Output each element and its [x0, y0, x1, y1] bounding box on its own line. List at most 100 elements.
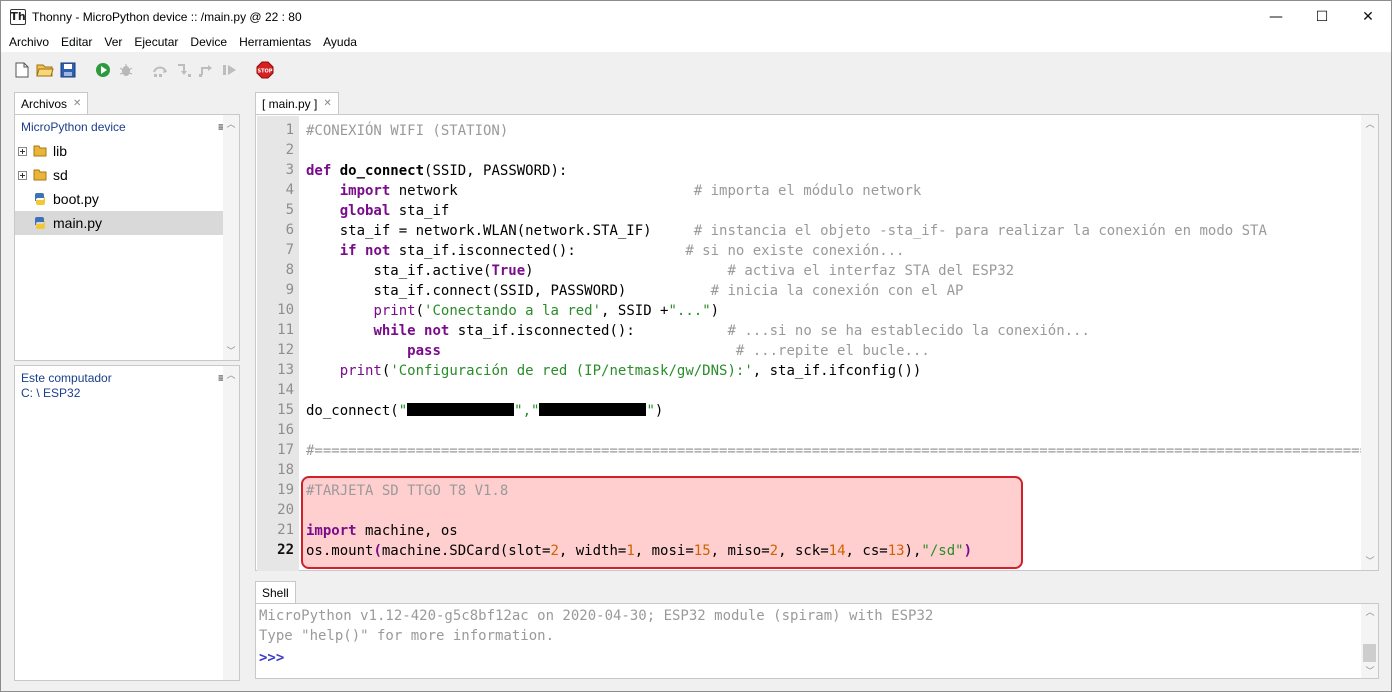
code-line-8: sta_if.active(True) # activa el interfaz… [373, 263, 1015, 279]
line-number-gutter: 1 2 3 4 5 6 7 8 9 10 11 12 13 14 15 16 1… [257, 116, 299, 571]
device-files-pane: MicroPython device ≡ lib sd boot.py main… [14, 114, 240, 361]
redacted-password [539, 403, 647, 416]
scroll-down-icon[interactable]: ﹀ [1365, 666, 1375, 676]
line-number: 8 [285, 262, 294, 278]
expand-icon[interactable] [18, 146, 27, 156]
line-number: 1 [285, 122, 294, 138]
scroll-down-icon[interactable]: ﹀ [1365, 556, 1375, 566]
code-line-6: sta_if = network.WLAN(network.STA_IF) # … [339, 223, 1267, 239]
save-icon[interactable] [59, 61, 77, 79]
tree-item-lib[interactable]: lib [15, 139, 225, 163]
menu-ayuda[interactable]: Ayuda [317, 35, 363, 49]
tab-main-py[interactable]: [ main.py ] ✕ [255, 92, 339, 114]
scroll-up-icon[interactable]: ︿ [226, 370, 236, 380]
computer-pane-header: Este computador ≡ [15, 366, 239, 386]
tab-archivos[interactable]: Archivos ✕ [14, 92, 89, 114]
menu-device[interactable]: Device [184, 35, 233, 49]
minimize-button[interactable]: — [1253, 1, 1299, 32]
code-line-7: if not sta_if.isconnected(): # si no exi… [339, 243, 905, 259]
run-icon[interactable] [94, 61, 112, 79]
line-number: 9 [285, 282, 294, 298]
window-title: Thonny - MicroPython device :: /main.py … [32, 9, 302, 24]
line-number: 18 [277, 462, 294, 478]
title-bar: Th Thonny - MicroPython device :: /main.… [1, 1, 1391, 32]
menu-ejecutar[interactable]: Ejecutar [128, 35, 184, 49]
tab-main-py-close-icon[interactable]: ✕ [323, 98, 331, 109]
line-number: 14 [277, 382, 294, 398]
tree-item-label: lib [53, 143, 68, 159]
stop-icon[interactable]: STOP [256, 61, 274, 79]
line-number: 15 [277, 402, 294, 418]
device-pane-scrollbar[interactable]: ︿ ﹀ [223, 115, 239, 360]
shell-prompt[interactable]: >>> [259, 650, 284, 666]
code-content[interactable]: #CONEXIÓN WIFI (STATION) def do_connect(… [306, 121, 1368, 559]
python-file-icon [35, 193, 45, 205]
code-line-13: print('Configuración de red (IP/netmask/… [339, 363, 922, 379]
computer-pane-path[interactable]: C: \ ESP32 [15, 386, 239, 400]
tree-item-boot-py[interactable]: boot.py [15, 187, 225, 211]
maximize-button[interactable]: ☐ [1299, 1, 1345, 32]
menu-herramientas[interactable]: Herramientas [233, 35, 317, 49]
computer-pane-scrollbar[interactable]: ︿ [223, 366, 239, 680]
step-into-icon[interactable] [175, 61, 193, 79]
line-number: 12 [277, 342, 294, 358]
thonny-app-icon: Th [10, 8, 26, 25]
shell-banner-line: MicroPython v1.12-420-g5c8bf12ac on 2020… [259, 608, 934, 624]
line-number: 11 [277, 322, 294, 338]
new-file-icon[interactable] [13, 61, 31, 79]
tree-item-label: sd [53, 167, 68, 183]
shell-scroll-thumb[interactable] [1363, 644, 1376, 662]
computer-files-pane: Este computador ≡ C: \ ESP32 ︿ [14, 365, 240, 681]
tab-archivos-close-icon[interactable]: ✕ [73, 98, 81, 109]
menu-ver[interactable]: Ver [98, 35, 128, 49]
tab-shell[interactable]: Shell [255, 581, 296, 603]
device-pane-header: MicroPython device ≡ [15, 115, 239, 139]
window-controls: — ☐ ✕ [1253, 1, 1391, 32]
line-number: 16 [277, 422, 294, 438]
expand-icon[interactable] [18, 170, 27, 180]
toolbar: STOP [1, 52, 1391, 88]
shell-scrollbar[interactable]: ︿ ﹀ [1361, 604, 1378, 678]
tab-shell-label: Shell [262, 585, 289, 600]
scroll-up-icon[interactable]: ︿ [226, 119, 236, 129]
line-number: 17 [277, 442, 294, 458]
code-line-5: global sta_if [339, 203, 450, 219]
resume-icon[interactable] [221, 61, 239, 79]
scroll-down-icon[interactable]: ﹀ [226, 346, 236, 356]
line-number: 6 [285, 222, 294, 238]
line-number: 10 [277, 302, 294, 318]
line-number: 4 [285, 182, 294, 198]
menu-editar[interactable]: Editar [55, 35, 98, 49]
debug-icon[interactable] [117, 61, 135, 79]
tree-item-label: boot.py [53, 191, 99, 207]
line-number: 2 [285, 142, 294, 158]
tab-archivos-label: Archivos [21, 96, 68, 111]
step-out-icon[interactable] [198, 61, 216, 79]
code-editor[interactable]: 1 2 3 4 5 6 7 8 9 10 11 12 13 14 15 16 1… [255, 114, 1379, 571]
line-number: 19 [277, 482, 294, 498]
code-line-4: import network # importa el módulo netwo… [339, 183, 922, 199]
close-button[interactable]: ✕ [1345, 1, 1391, 32]
scroll-up-icon[interactable]: ︿ [1365, 119, 1375, 129]
redacted-ssid [407, 403, 515, 416]
folder-icon [33, 145, 47, 157]
tree-item-label: main.py [53, 215, 103, 231]
line-number: 13 [277, 362, 294, 378]
line-number-current: 22 [277, 542, 294, 558]
line-number: 7 [285, 242, 294, 258]
tree-item-sd[interactable]: sd [15, 163, 225, 187]
computer-pane-title: Este computador [21, 371, 112, 385]
menu-archivo[interactable]: Archivo [3, 35, 55, 49]
code-line-21: import machine, os [306, 523, 458, 539]
step-over-icon[interactable] [152, 61, 170, 79]
shell-console[interactable]: MicroPython v1.12-420-g5c8bf12ac on 2020… [255, 603, 1379, 679]
line-number: 5 [285, 202, 294, 218]
svg-text:STOP: STOP [258, 69, 273, 75]
code-line-22: os.mount(machine.SDCard(slot=2, width=1,… [306, 543, 972, 559]
tree-item-main-py[interactable]: main.py [15, 211, 225, 235]
open-folder-icon[interactable] [36, 61, 54, 79]
code-line-11: while not sta_if.isconnected(): # ...si … [373, 323, 1090, 339]
scroll-up-icon[interactable]: ︿ [1365, 607, 1375, 617]
code-line-1: #CONEXIÓN WIFI (STATION) [306, 123, 509, 139]
editor-scrollbar[interactable]: ︿ ﹀ [1361, 115, 1378, 570]
